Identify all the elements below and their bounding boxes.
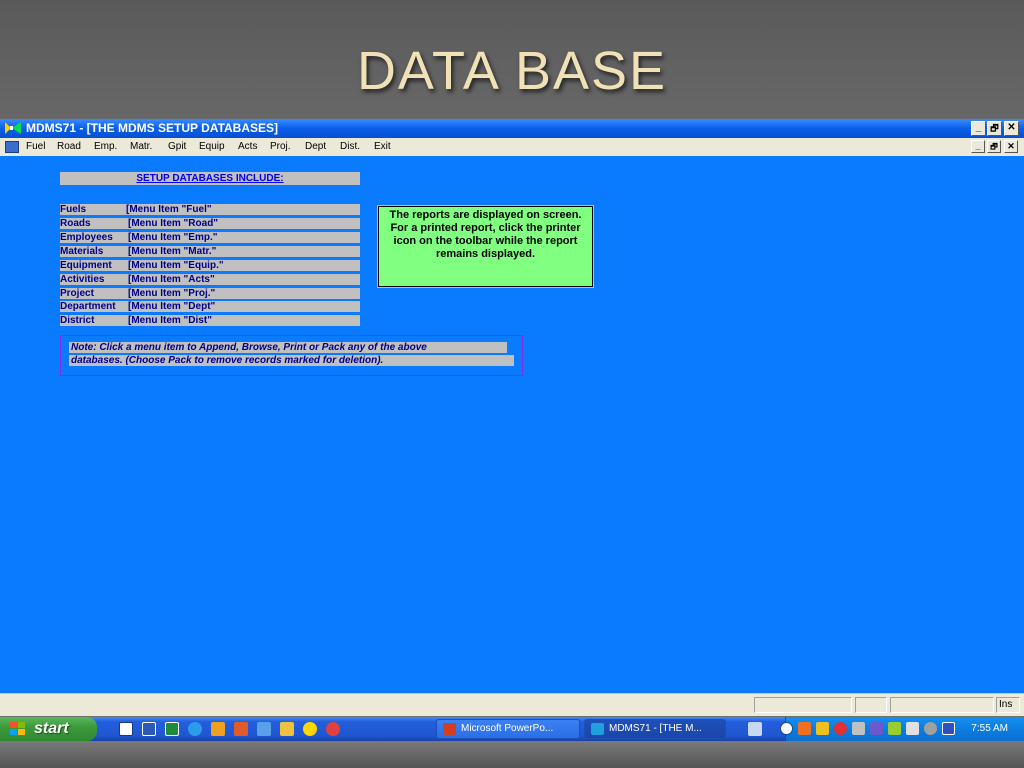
note-line-1: Note: Click a menu item to Append, Brows… [69,342,507,353]
cursor-tray-icon[interactable] [906,722,919,735]
db-menu-ref: [Menu Item "Road" [128,218,219,229]
tray-app-icon-1[interactable] [798,722,811,735]
task-label: MDMS71 - [THE M... [609,723,702,734]
db-row-materials: Materials [Menu Item "Matr." [60,246,360,257]
note-box: Note: Click a menu item to Append, Brows… [60,335,523,376]
task-button-powerpoint[interactable]: Microsoft PowerPo... [436,719,580,739]
menu-acts[interactable]: Acts [238,138,257,156]
start-button[interactable]: start [0,717,97,741]
tray-expand-chevron-icon[interactable] [780,722,793,735]
db-menu-ref: [Menu Item "Fuel" [126,204,212,215]
db-name: Employees [60,232,113,243]
mdi-minimize-button[interactable]: _ [971,140,985,153]
tray-app-icon-2[interactable] [816,722,829,735]
mdms-app-icon [5,122,21,134]
menu-bar: Fuel Road Emp. Matr. Gpit Equip Acts Pro… [0,138,1024,156]
status-bar: Ins [0,693,1024,716]
menu-road[interactable]: Road [57,138,81,156]
db-name: Equipment [60,260,112,271]
db-menu-ref: [Menu Item "Proj." [128,288,216,299]
db-name: Roads [60,218,91,229]
volume-icon[interactable] [852,722,865,735]
db-row-employees: Employees [Menu Item "Emp." [60,232,360,243]
show-desktop-icon[interactable] [119,722,133,736]
db-name: Materials [60,246,104,257]
db-name: Activities [60,274,105,285]
report-info-box: The reports are displayed on screen. For… [377,205,594,288]
client-area: SETUP DATABASES INCLUDE: Fuels [Menu Ite… [0,156,1024,693]
security-shield-icon[interactable] [834,722,847,735]
db-menu-ref: [Menu Item "Dept" [128,301,216,312]
db-name: Project [60,288,94,299]
mdms-app-icon [591,723,604,735]
db-menu-ref: [Menu Item "Emp." [128,232,218,243]
db-menu-ref: [Menu Item "Acts" [128,274,215,285]
word-icon[interactable] [142,722,156,736]
menu-dept[interactable]: Dept [305,138,326,156]
menu-proj[interactable]: Proj. [270,138,291,156]
window-title: MDMS71 - [THE MDMS SETUP DATABASES] [26,121,279,135]
powerpoint-icon [443,723,456,735]
slide-title: DATA BASE [356,41,668,101]
document-menu-icon[interactable] [5,141,19,153]
ins-indicator: Ins [996,697,1020,713]
db-name: Fuels [60,204,87,215]
tray-app-icon-3[interactable] [888,722,901,735]
db-row-district: District [Menu Item "Dist" [60,315,360,326]
disc-icon[interactable] [924,722,937,735]
status-panel-2 [855,697,887,713]
db-row-department: Department [Menu Item "Dept" [60,301,360,312]
pen-tablet-icon[interactable] [748,722,762,736]
db-row-project: Project [Menu Item "Proj." [60,288,360,299]
folder-icon[interactable] [280,722,294,736]
task-button-mdms[interactable]: MDMS71 - [THE M... [584,719,726,739]
menu-matr[interactable]: Matr. [130,138,152,156]
windows-logo-icon [10,722,25,735]
access-icon[interactable] [234,722,248,736]
taskbar: start Microsoft PowerPo... MDMS71 - [THE… [0,717,1024,741]
db-menu-ref: [Menu Item "Dist" [128,315,212,326]
start-label: start [34,720,69,737]
menu-fuel[interactable]: Fuel [26,138,45,156]
db-name: Department [60,301,116,312]
publisher-icon[interactable] [257,722,271,736]
system-tray: 7:55 AM [780,717,1024,741]
setup-databases-header: SETUP DATABASES INCLUDE: [60,172,360,185]
internet-explorer-icon[interactable] [188,722,202,736]
task-label: Microsoft PowerPo... [461,723,554,734]
db-row-equipment: Equipment [Menu Item "Equip." [60,260,360,271]
db-name: District [60,315,95,326]
menu-dist[interactable]: Dist. [340,138,360,156]
db-menu-ref: [Menu Item "Matr." [128,246,217,257]
restore-button[interactable]: 🗗 [987,121,1002,136]
status-panel-1 [754,697,852,713]
note-line-2: databases. (Choose Pack to remove record… [69,355,514,366]
db-row-roads: Roads [Menu Item "Road" [60,218,360,229]
clock: 7:55 AM [971,723,1008,734]
menu-emp[interactable]: Emp. [94,138,117,156]
excel-icon[interactable] [165,722,179,736]
db-row-activities: Activities [Menu Item "Acts" [60,274,360,285]
window-title-bar[interactable]: MDMS71 - [THE MDMS SETUP DATABASES] _ 🗗 … [0,119,1024,138]
network-icon[interactable] [870,722,883,735]
menu-gpit[interactable]: Gpit [168,138,186,156]
db-menu-ref: [Menu Item "Equip." [128,260,224,271]
outlook-icon[interactable] [211,722,225,736]
db-row-fuels: Fuels [Menu Item "Fuel" [60,204,360,215]
favorites-star-icon[interactable] [303,722,317,736]
app-window: MDMS71 - [THE MDMS SETUP DATABASES] _ 🗗 … [0,119,1024,716]
close-button[interactable]: ✕ [1004,121,1019,136]
slide-bottom-strip [0,741,1024,768]
minimize-button[interactable]: _ [971,121,986,136]
menu-equip[interactable]: Equip [199,138,225,156]
mdi-restore-button[interactable]: 🗗 [987,140,1001,153]
mdi-close-button[interactable]: ✕ [1004,140,1018,153]
display-icon[interactable] [942,722,955,735]
menu-exit[interactable]: Exit [374,138,391,156]
status-panel-3 [890,697,994,713]
media-icon[interactable] [326,722,340,736]
